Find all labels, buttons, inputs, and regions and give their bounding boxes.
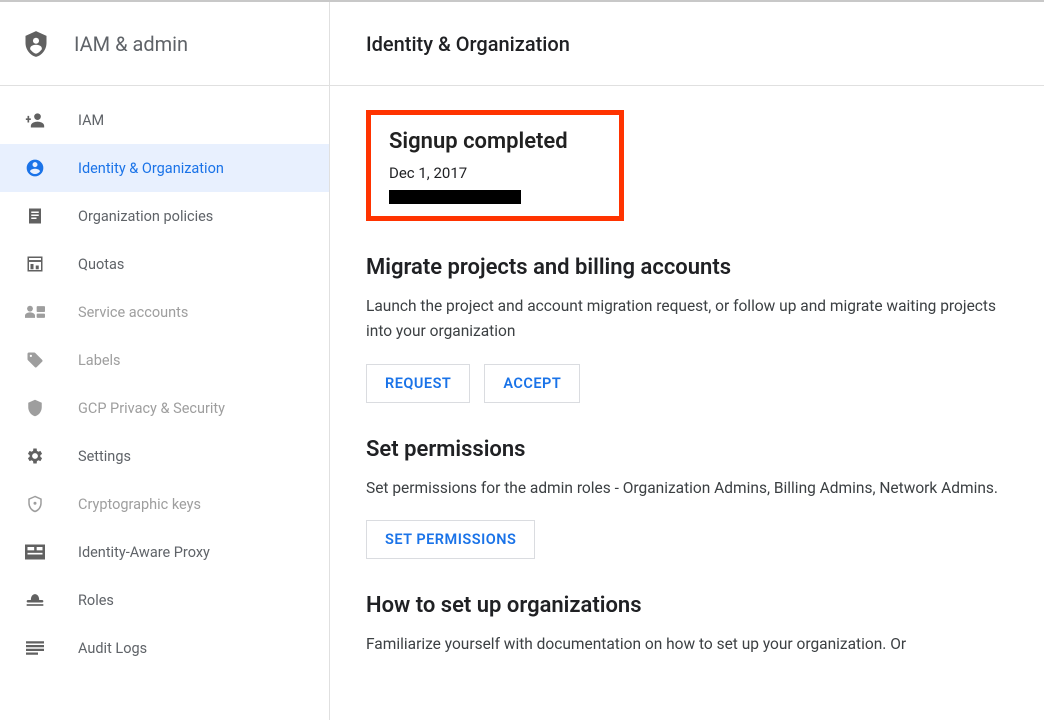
sidebar-item-organization-policies[interactable]: Organization policies bbox=[0, 192, 329, 240]
howto-title: How to set up organizations bbox=[366, 593, 1008, 618]
add-person-icon bbox=[24, 109, 46, 131]
permissions-section: Set permissions Set permissions for the … bbox=[366, 437, 1008, 560]
sidebar-item-iam[interactable]: IAM bbox=[0, 96, 329, 144]
accept-button[interactable]: ACCEPT bbox=[484, 364, 580, 403]
permissions-body: Set permissions for the admin roles - Or… bbox=[366, 476, 1008, 501]
migrate-section: Migrate projects and billing accounts La… bbox=[366, 255, 1008, 403]
sidebar-item-label: Cryptographic keys bbox=[78, 496, 201, 513]
sidebar-item-identity-organization[interactable]: Identity & Organization bbox=[0, 144, 329, 192]
main: Identity & Organization Signup completed… bbox=[330, 2, 1044, 720]
sidebar-item-service-accounts[interactable]: Service accounts bbox=[0, 288, 329, 336]
sidebar-nav: IAM Identity & Organization Organization… bbox=[0, 86, 329, 672]
sidebar: IAM & admin IAM Identity & Organization bbox=[0, 2, 330, 720]
signup-title: Signup completed bbox=[389, 129, 601, 154]
sidebar-item-roles[interactable]: Roles bbox=[0, 576, 329, 624]
service-account-icon bbox=[24, 301, 46, 323]
iam-shield-icon bbox=[22, 29, 50, 59]
sidebar-item-labels[interactable]: Labels bbox=[0, 336, 329, 384]
set-permissions-button[interactable]: SET PERMISSIONS bbox=[366, 520, 535, 559]
sidebar-item-label: Organization policies bbox=[78, 208, 213, 225]
tag-icon bbox=[24, 349, 46, 371]
sidebar-item-quotas[interactable]: Quotas bbox=[0, 240, 329, 288]
sidebar-item-label: Roles bbox=[78, 592, 114, 609]
sidebar-item-label: IAM bbox=[78, 112, 104, 129]
gear-icon bbox=[24, 445, 46, 467]
migrate-title: Migrate projects and billing accounts bbox=[366, 255, 1008, 280]
migrate-body: Launch the project and account migration… bbox=[366, 294, 1008, 344]
list-icon bbox=[24, 637, 46, 659]
quotas-icon bbox=[24, 253, 46, 275]
sidebar-item-label: Identity & Organization bbox=[78, 160, 224, 177]
howto-section: How to set up organizations Familiarize … bbox=[366, 593, 1008, 657]
person-circle-icon bbox=[24, 157, 46, 179]
sidebar-title: IAM & admin bbox=[74, 32, 188, 56]
sidebar-header: IAM & admin bbox=[0, 2, 329, 86]
request-button[interactable]: REQUEST bbox=[366, 364, 470, 403]
redacted-text bbox=[389, 190, 521, 204]
sidebar-item-label: GCP Privacy & Security bbox=[78, 400, 225, 417]
shield-icon bbox=[24, 397, 46, 419]
page-title: Identity & Organization bbox=[366, 32, 570, 56]
signup-completed-box: Signup completed Dec 1, 2017 bbox=[366, 110, 624, 221]
howto-body: Familiarize yourself with documentation … bbox=[366, 632, 1008, 657]
signup-date: Dec 1, 2017 bbox=[389, 164, 601, 182]
sidebar-item-label: Service accounts bbox=[78, 304, 188, 321]
permissions-title: Set permissions bbox=[366, 437, 1008, 462]
sidebar-item-settings[interactable]: Settings bbox=[0, 432, 329, 480]
document-icon bbox=[24, 205, 46, 227]
sidebar-item-label: Audit Logs bbox=[78, 640, 147, 657]
sidebar-item-label: Identity-Aware Proxy bbox=[78, 544, 210, 561]
sidebar-item-label: Quotas bbox=[78, 256, 124, 273]
sidebar-item-label: Settings bbox=[78, 448, 131, 465]
hat-icon bbox=[24, 589, 46, 611]
sidebar-item-audit-logs[interactable]: Audit Logs bbox=[0, 624, 329, 672]
sidebar-item-cryptographic-keys[interactable]: Cryptographic keys bbox=[0, 480, 329, 528]
content: Signup completed Dec 1, 2017 Migrate pro… bbox=[330, 86, 1044, 691]
sidebar-item-label: Labels bbox=[78, 352, 121, 369]
sidebar-item-identity-aware-proxy[interactable]: Identity-Aware Proxy bbox=[0, 528, 329, 576]
proxy-icon bbox=[24, 541, 46, 563]
sidebar-item-gcp-privacy-security[interactable]: GCP Privacy & Security bbox=[0, 384, 329, 432]
shield-outline-icon bbox=[24, 493, 46, 515]
main-header: Identity & Organization bbox=[330, 2, 1044, 86]
